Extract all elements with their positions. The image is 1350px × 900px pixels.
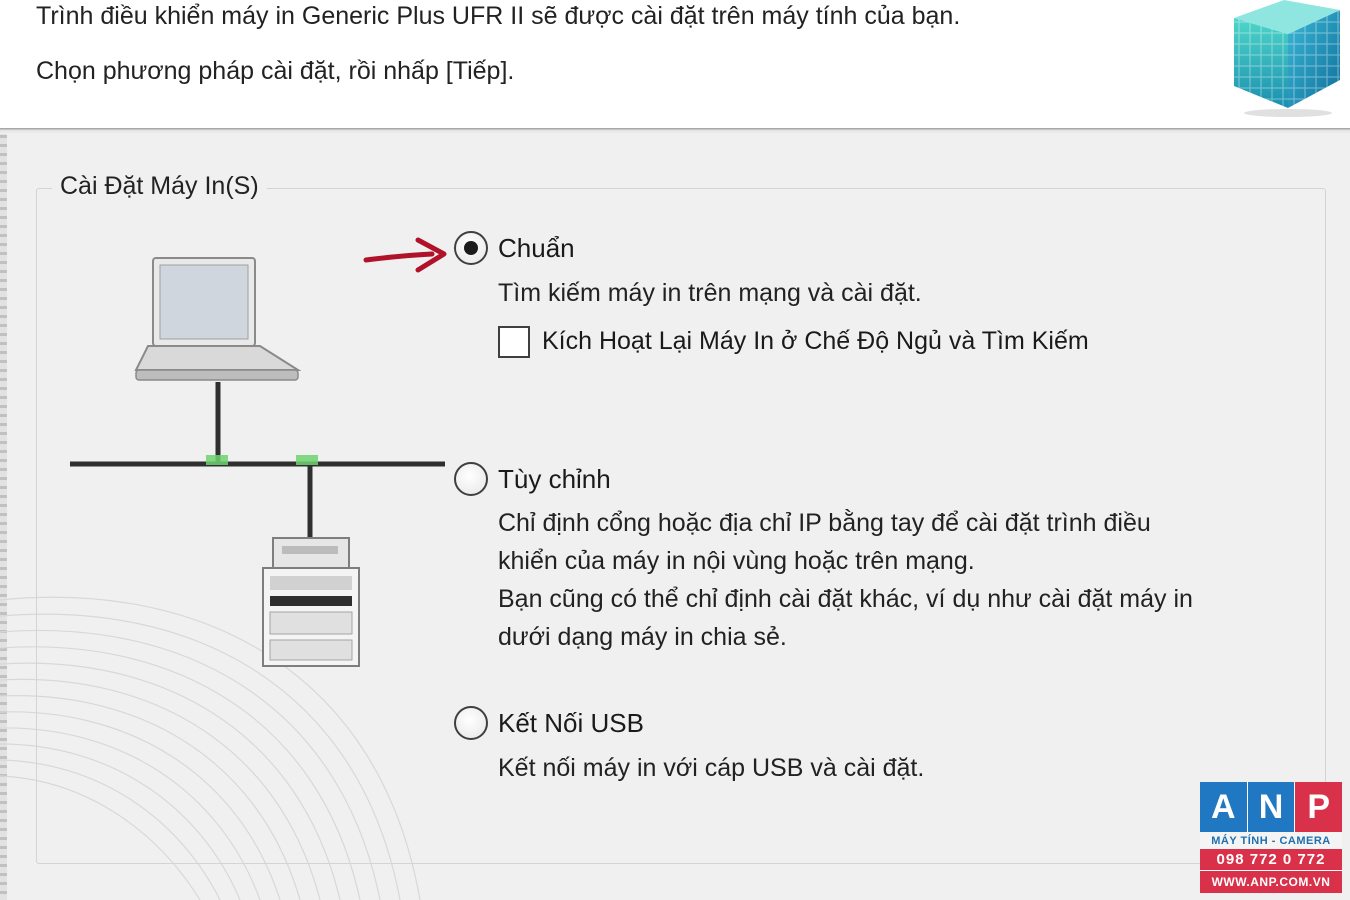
intro-text-line-2: Chọn phương pháp cài đặt, rồi nhấp [Tiếp… [36,57,515,85]
custom-description-line: dưới dạng máy in chia sẻ. [498,623,787,651]
network-port-icon [206,455,228,465]
usb-description: Kết nối máy in với cáp USB và cài đặt. [498,754,925,782]
logo-letter: N [1246,782,1296,832]
wake-sleeping-printer-label[interactable]: Kích Hoạt Lại Máy In ở Chế Độ Ngủ và Tìm… [542,327,1089,356]
radio-usb[interactable] [454,706,488,740]
custom-description: Chỉ định cổng hoặc địa chỉ IP bằng tay đ… [498,504,1193,656]
logo-phone: 098 772 0 772 [1200,849,1342,871]
radio-standard-label[interactable]: Chuẩn [498,233,575,264]
custom-description-line: Chỉ định cổng hoặc địa chỉ IP bằng tay đ… [498,509,1151,537]
printer-icon [262,537,360,667]
radio-custom-label[interactable]: Tùy chỉnh [498,464,611,495]
network-port-icon [296,455,318,465]
arrow-pointer-icon [363,237,447,273]
logo-letter: A [1200,782,1247,832]
logo-website: WWW.ANP.COM.VN [1200,871,1342,893]
logo-tagline: MÁY TÍNH - CAMERA [1200,832,1342,849]
intro-text-line-1: Trình điều khiển máy in Generic Plus UFR… [36,2,961,30]
custom-description-line: Bạn cũng có thể chỉ định cài đặt khác, v… [498,585,1193,613]
group-title: Cài Đặt Máy In(S) [52,172,267,201]
laptop-icon [134,257,302,381]
wake-sleeping-printer-checkbox[interactable] [498,326,530,358]
installer-cube-icon [1234,0,1340,117]
anp-watermark-logo: A N P MÁY TÍNH - CAMERA 098 772 0 772 WW… [1200,782,1343,894]
radio-custom[interactable] [454,462,488,496]
logo-letter: P [1295,782,1343,832]
standard-description: Tìm kiếm máy in trên mạng và cài đặt. [498,279,922,307]
network-illustration [70,257,445,667]
custom-description-line: khiển của máy in nội vùng hoặc trên mạng… [498,547,975,575]
header-panel: Trình điều khiển máy in Generic Plus UFR… [0,0,1350,128]
header-divider [0,128,1350,134]
radio-usb-label[interactable]: Kết Nối USB [498,708,644,739]
radio-standard[interactable] [454,231,488,265]
